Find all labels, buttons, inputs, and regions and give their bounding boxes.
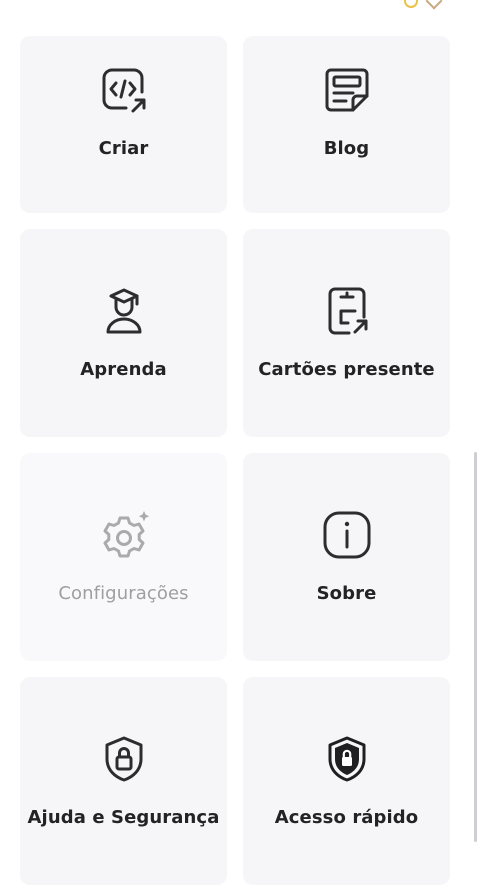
tile-aprenda[interactable]: Aprenda [20, 229, 227, 437]
tile-label: Blog [323, 138, 370, 159]
tile-criar[interactable]: Criar [20, 36, 227, 213]
tile-label: Aprenda [80, 359, 167, 380]
tile-label: Acesso rápido [274, 807, 419, 828]
scrollbar[interactable] [474, 452, 477, 842]
graduate-icon [98, 285, 150, 337]
shield-lock-outline-icon [98, 733, 150, 785]
tile-configuracoes: Configurações [20, 453, 227, 661]
shield-lock-filled-icon [321, 733, 373, 785]
coin-icon [404, 0, 418, 8]
tile-label: Ajuda e Segurança [27, 807, 220, 828]
tile-label: Configurações [58, 583, 189, 604]
gift-card-icon [321, 285, 373, 337]
tile-label: Criar [98, 138, 149, 159]
tile-label: Sobre [316, 583, 377, 604]
settings-gear-icon [98, 509, 150, 561]
tile-cartoes-presente[interactable]: Cartões presente [243, 229, 450, 437]
top-status-peek [404, 0, 443, 10]
info-icon [321, 509, 373, 561]
tile-blog[interactable]: Blog [243, 36, 450, 213]
tile-sobre[interactable]: Sobre [243, 453, 450, 661]
code-share-icon [98, 64, 150, 116]
tile-label: Cartões presente [258, 359, 435, 380]
chevron-icon [425, 0, 443, 10]
blog-document-icon [321, 64, 373, 116]
menu-grid: Criar Blog Aprenda Cartões presente Conf… [20, 36, 451, 885]
